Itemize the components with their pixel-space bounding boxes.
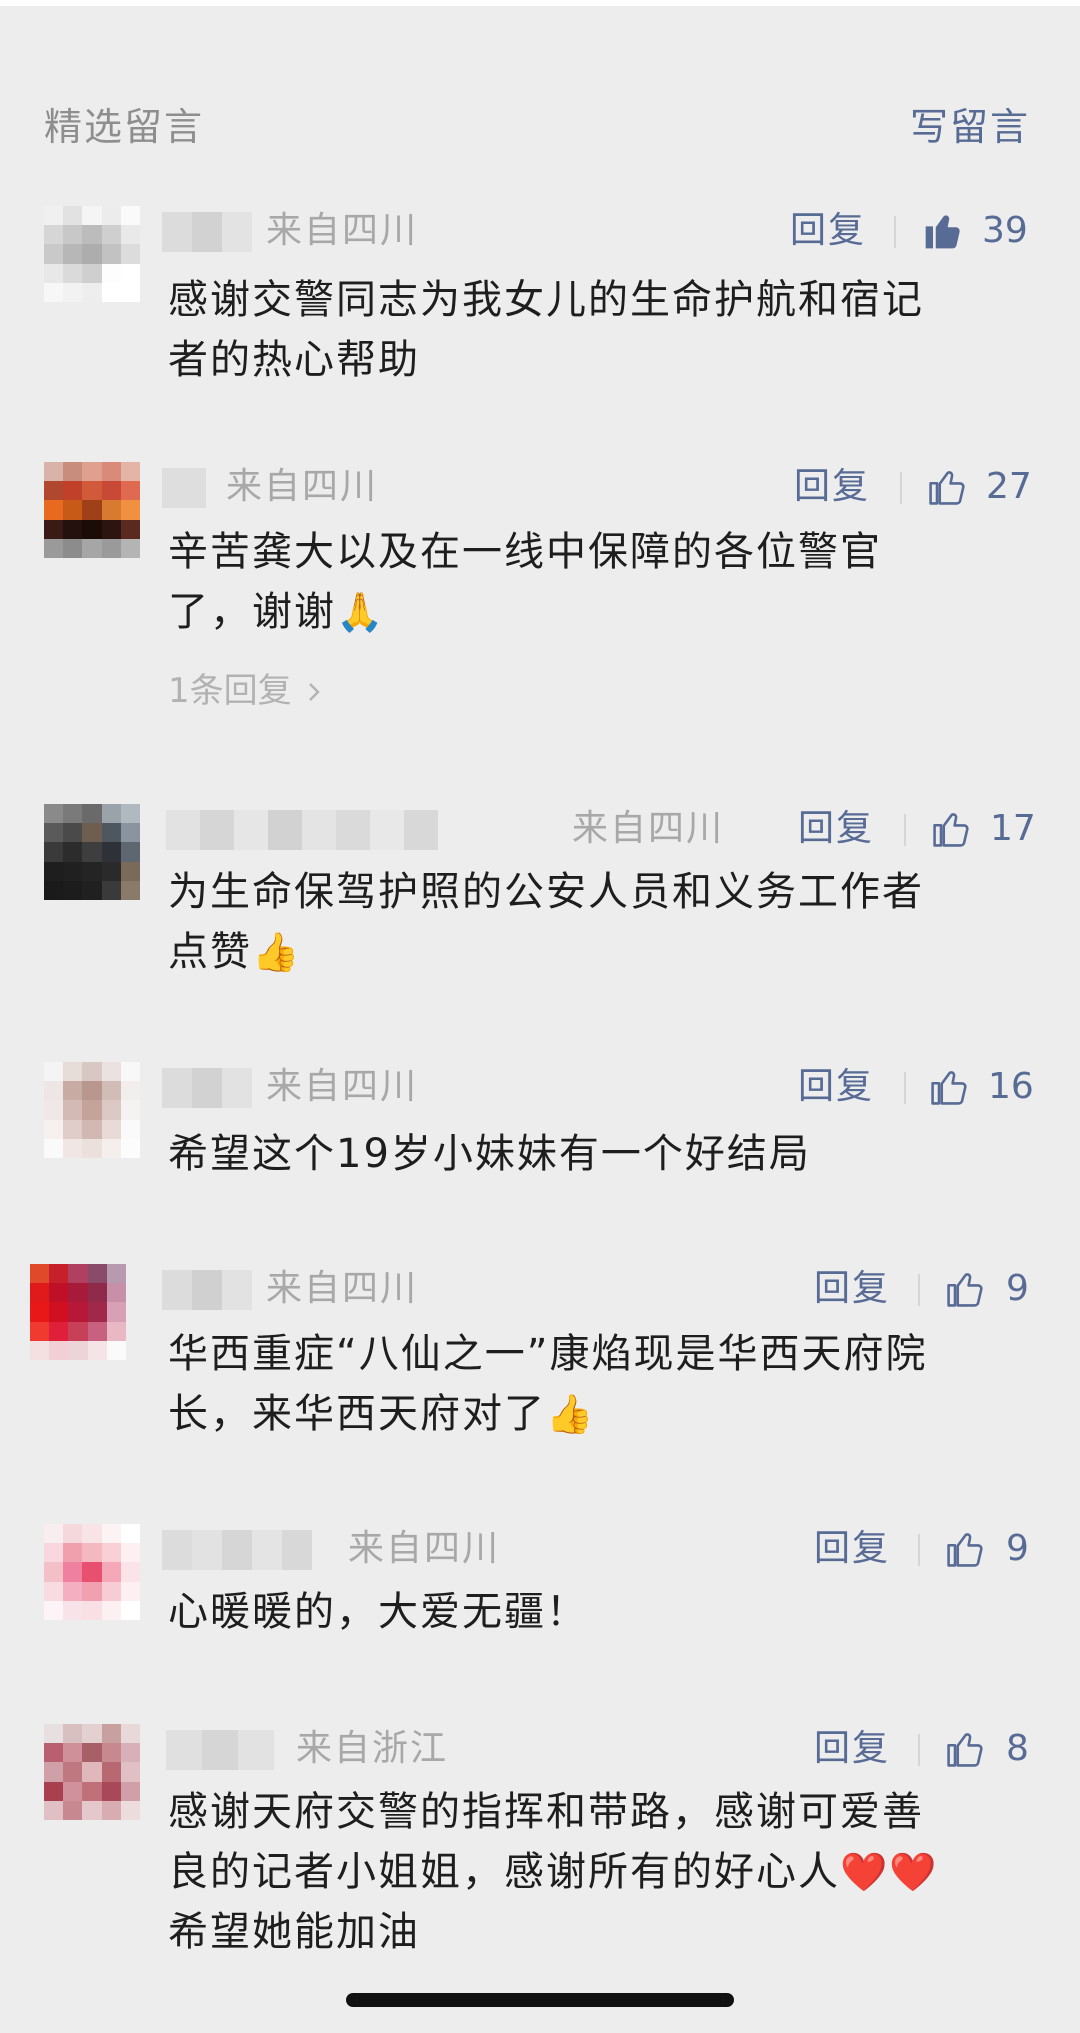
comment-text-line: 为生命保驾护照的公安人员和义务工作者 [168,869,924,915]
blurred-username [166,1730,274,1770]
red-hearts-emoji: ❤️❤️ [840,1850,939,1894]
comment-text: 感谢交警同志为我女儿的生命护航和宿记 者的热心帮助 [168,270,1028,390]
comment-origin: 来自四川 [226,466,379,507]
divider [900,472,902,504]
like-count: 39 [982,210,1028,251]
avatar [44,804,140,900]
chevron-right-icon [309,683,321,701]
write-comment-button[interactable]: 写留言 [910,96,1030,151]
like-count: 8 [1006,1728,1029,1769]
divider [918,1274,920,1306]
comment-text-line: 感谢交警同志为我女儿的生命护航和宿记 [168,277,924,323]
comment-origin: 来自四川 [266,1066,419,1107]
thumbs-up-icon[interactable] [922,208,966,252]
divider [918,1534,920,1566]
comment-text-line: 辛苦龚大以及在一线中保障的各位警官 [168,529,882,575]
comment-text-line: 者的热心帮助 [168,337,420,383]
comment-text-line: 了，谢谢 [168,589,336,635]
like-count: 9 [1006,1528,1029,1569]
reply-button[interactable]: 回复 [798,1062,874,1112]
reply-button[interactable]: 回复 [790,206,866,256]
blurred-username [166,810,438,850]
status-bar-strip [0,0,1080,6]
blurred-username [162,1270,252,1310]
comment-origin: 来自浙江 [296,1728,449,1769]
folded-hands-emoji: 🙏 [336,590,386,634]
reply-button[interactable]: 回复 [814,1264,890,1314]
comment-text-line: 点赞 [168,929,252,975]
comment-text: 心暖暖的，大爱无疆！ [168,1582,1028,1642]
comment-text-line: 希望她能加油 [168,1909,420,1955]
thumbs-up-icon[interactable] [926,464,970,508]
comment-origin: 来自四川 [348,1528,501,1569]
thumbs-up-emoji: 👍 [252,930,302,974]
avatar [44,1724,140,1820]
comment-origin: 来自四川 [572,808,725,849]
thumbs-up-icon[interactable] [944,1526,988,1570]
avatar [30,1264,126,1360]
thumbs-up-icon[interactable] [928,1064,972,1108]
comment-origin: 来自四川 [266,210,419,251]
comment-text: 希望这个19岁小妹妹有一个好结局 [168,1124,1028,1184]
thumbs-up-icon[interactable] [930,806,974,850]
view-replies-label: 1条回复 [168,671,292,711]
comment-text: 华西重症“八仙之一”康焰现是华西天府院 长，来华西天府对了👍 [168,1324,1028,1444]
thumbs-up-emoji: 👍 [546,1392,596,1436]
avatar [44,1524,140,1620]
like-count: 9 [1006,1268,1029,1309]
avatar [44,462,140,558]
blurred-username [162,1530,312,1570]
comment-text: 感谢天府交警的指挥和带路，感谢可爱善 良的记者小姐姐，感谢所有的好心人❤️❤️ … [168,1782,1028,1962]
divider [904,814,906,846]
blurred-username [162,212,252,252]
thumbs-up-icon[interactable] [944,1726,988,1770]
avatar [44,1062,140,1158]
like-count: 16 [988,1066,1034,1107]
comment-text: 辛苦龚大以及在一线中保障的各位警官 了，谢谢🙏 [168,522,1028,642]
home-indicator[interactable] [346,1993,734,2007]
comments-header: 精选留言 写留言 [0,96,1080,151]
comment-text-line: 心暖暖的，大爱无疆！ [168,1589,588,1635]
like-count: 17 [990,808,1036,849]
divider [904,1072,906,1104]
comment-origin: 来自四川 [266,1268,419,1309]
like-count: 27 [986,466,1032,507]
comment-text-line: 希望这个19岁小妹妹有一个好结局 [168,1131,811,1177]
reply-button[interactable]: 回复 [794,462,870,512]
blurred-username [162,468,206,508]
comment-text-line: 感谢天府交警的指挥和带路，感谢可爱善 [168,1789,924,1835]
thumbs-up-icon[interactable] [944,1266,988,1310]
avatar [44,206,140,302]
comment-text-line: 华西重症“八仙之一”康焰现是华西天府院 [168,1331,928,1377]
view-replies-link[interactable]: 1条回复 [168,666,322,716]
comment-text-line: 长，来华西天府对了 [168,1391,546,1437]
reply-button[interactable]: 回复 [798,804,874,854]
comment-text: 为生命保驾护照的公安人员和义务工作者 点赞👍 [168,862,1028,982]
featured-comments-title: 精选留言 [44,105,205,149]
comment-text-line: 良的记者小姐姐，感谢所有的好心人 [168,1849,840,1895]
blurred-username [162,1068,252,1108]
reply-button[interactable]: 回复 [814,1724,890,1774]
divider [894,216,896,248]
reply-button[interactable]: 回复 [814,1524,890,1574]
divider [918,1734,920,1766]
